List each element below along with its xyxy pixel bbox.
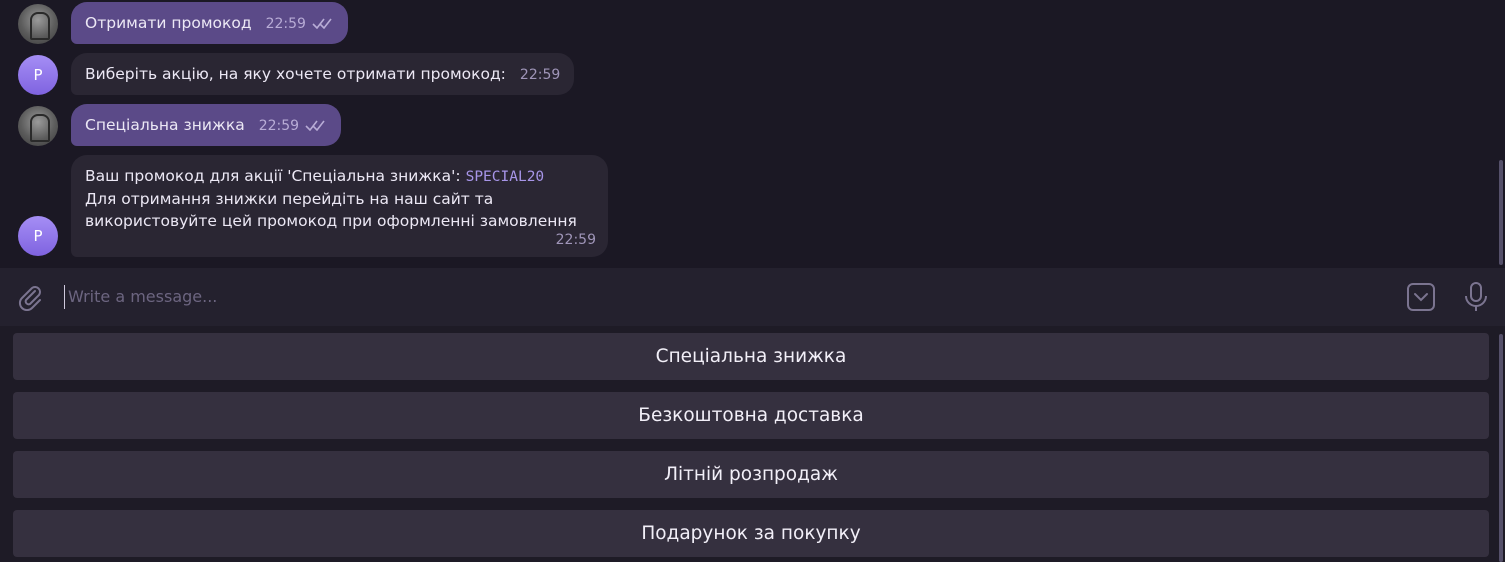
message-time: 22:59 xyxy=(265,16,306,32)
message-time: 22:59 xyxy=(555,232,596,248)
user-avatar[interactable] xyxy=(18,4,58,44)
promo-code[interactable]: SPECIAL20 xyxy=(466,169,545,185)
outgoing-message[interactable]: Спеціальна знижка 22:59 xyxy=(71,104,342,146)
keyboard-button-free-delivery[interactable]: Безкоштовна доставка xyxy=(13,392,1489,439)
message-line: використовуйте цей промокод при оформлен… xyxy=(85,212,577,230)
user-avatar[interactable] xyxy=(18,106,58,146)
attach-icon[interactable] xyxy=(16,283,44,312)
message-composer: Write a message... xyxy=(0,268,1505,326)
message-input[interactable]: Write a message... xyxy=(64,285,1368,309)
chat-scrollbar[interactable] xyxy=(1499,160,1503,265)
read-check-icon xyxy=(305,115,327,137)
avatar-letter: P xyxy=(33,227,43,245)
message-line: Ваш промокод для акції 'Спеціальна знижк… xyxy=(85,165,594,188)
microphone-icon[interactable] xyxy=(1462,281,1490,313)
incoming-message[interactable]: Виберіть акцію, на яку хочете отримати п… xyxy=(71,53,575,95)
reply-keyboard: Спеціальна знижка Безкоштовна доставка Л… xyxy=(0,326,1505,562)
incoming-message[interactable]: Ваш промокод для акції 'Спеціальна знижк… xyxy=(71,155,608,257)
read-check-icon xyxy=(312,13,334,35)
avatar-letter: P xyxy=(33,66,43,84)
keyboard-button-summer-sale[interactable]: Літній розпродаж xyxy=(13,451,1489,498)
message-text: Ваш промокод для акції 'Спеціальна знижк… xyxy=(85,167,466,185)
bot-avatar[interactable]: P xyxy=(18,55,58,95)
message-text: Спеціальна знижка xyxy=(85,116,245,134)
keyboard-button-gift-with-purchase[interactable]: Подарунок за покупку xyxy=(13,510,1489,557)
message-text: Отримати промокод xyxy=(85,14,252,32)
message-text: Виберіть акцію, на яку хочете отримати п… xyxy=(85,65,506,83)
message-time: 22:59 xyxy=(519,67,561,83)
outgoing-message[interactable]: Отримати промокод 22:59 xyxy=(71,2,348,44)
bot-avatar[interactable]: P xyxy=(18,216,58,256)
message-time: 22:59 xyxy=(258,118,300,134)
bot-keyboard-toggle-icon[interactable] xyxy=(1406,282,1436,312)
keyboard-button-special-discount[interactable]: Спеціальна знижка xyxy=(13,333,1489,380)
chat-history: Отримати промокод 22:59 P Виберіть акцію,… xyxy=(0,0,1505,268)
keyboard-scrollbar[interactable] xyxy=(1499,334,1503,562)
message-line: Для отримання знижки перейдіть на наш са… xyxy=(85,190,494,208)
